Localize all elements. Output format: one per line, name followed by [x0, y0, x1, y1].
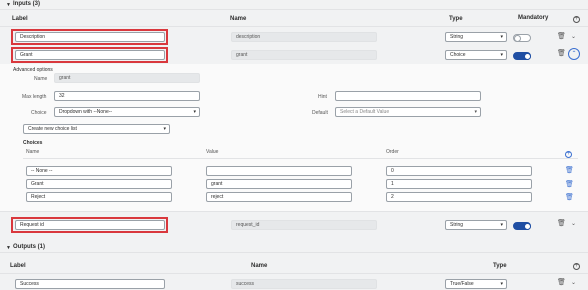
- input-name-field-description: description: [231, 32, 377, 42]
- choice-value-input[interactable]: [206, 166, 352, 176]
- choices-col-value: Value: [206, 149, 219, 155]
- choice-label: Choice: [31, 110, 47, 116]
- divider: [23, 158, 578, 159]
- trash-icon[interactable]: 🗑: [557, 33, 566, 40]
- choice-select[interactable]: Dropdown with --None-- ▾: [54, 107, 200, 117]
- input-name-field-grant: grant: [231, 50, 377, 60]
- highlight-box: [11, 47, 168, 63]
- trash-icon[interactable]: 🗑: [565, 181, 574, 188]
- col-mandatory-header: Mandatory: [518, 15, 549, 21]
- inputs-section-header[interactable]: ▼ Inputs (3): [0, 0, 588, 10]
- caret-down-icon: ▾: [193, 109, 196, 115]
- trash-icon[interactable]: 🗑: [565, 194, 574, 201]
- action-inputs-editor: ▼ Inputs (3) Label Name Type Mandatory +…: [0, 0, 588, 290]
- add-input-plus-circle-icon[interactable]: +: [573, 16, 580, 23]
- toggle-knob: [524, 53, 531, 60]
- output-label-field-success[interactable]: Success: [15, 279, 165, 289]
- highlight-box: [11, 29, 168, 45]
- type-value: String: [450, 34, 464, 40]
- caret-down-icon: ▾: [500, 222, 503, 228]
- add-output-plus-circle-icon[interactable]: +: [573, 263, 580, 270]
- caret-down-icon: ▾: [474, 109, 477, 115]
- caret-down-icon: ▾: [500, 34, 503, 40]
- out-col-name-header: Name: [251, 263, 268, 269]
- outputs-section-header[interactable]: ▼ Outputs (1): [0, 243, 588, 253]
- out-col-label-header: Label: [10, 263, 26, 269]
- chevron-down-icon[interactable]: ⌄: [571, 33, 576, 40]
- advanced-options-panel: [0, 64, 588, 212]
- col-type-header: Type: [449, 16, 463, 22]
- type-value: Choice: [450, 52, 466, 58]
- add-choice-plus-circle-icon[interactable]: +: [565, 151, 572, 158]
- divider: [0, 273, 588, 274]
- input-type-select-grant[interactable]: Choice ▾: [445, 50, 507, 60]
- max-length-label: Max length: [22, 94, 47, 100]
- chevron-down-icon[interactable]: ⌄: [571, 279, 576, 286]
- caret-down-icon: ▾: [500, 281, 503, 287]
- type-value: String: [450, 222, 464, 228]
- advanced-options-title: Advanced options: [13, 67, 53, 73]
- inputs-section-title: Inputs (3): [13, 1, 40, 7]
- toggle-knob: [524, 223, 531, 230]
- choices-title: Choices: [23, 140, 43, 146]
- choice-name-input[interactable]: Grant: [26, 179, 172, 189]
- choice-value: Dropdown with --None--: [59, 109, 113, 115]
- collapse-triangle-icon[interactable]: ▼: [6, 245, 11, 251]
- choice-list-value: Create new choice list: [28, 126, 77, 132]
- choices-col-order: Order: [386, 149, 399, 155]
- input-type-select-request-id[interactable]: String ▾: [445, 220, 507, 230]
- default-select[interactable]: Select a Default Value ▾: [335, 107, 481, 117]
- choice-value-input[interactable]: reject: [206, 192, 352, 202]
- caret-down-icon: ▾: [500, 52, 503, 58]
- col-label-header: Label: [12, 16, 28, 22]
- default-placeholder: Select a Default Value: [340, 109, 390, 115]
- chevron-down-icon[interactable]: ⌄: [571, 220, 576, 227]
- choice-value-input[interactable]: grant: [206, 179, 352, 189]
- trash-icon[interactable]: 🗑: [565, 167, 574, 174]
- hint-input[interactable]: [335, 91, 481, 101]
- mandatory-toggle-grant[interactable]: [513, 52, 531, 60]
- hint-label: Hint: [318, 94, 327, 100]
- choice-order-input[interactable]: 1: [386, 179, 532, 189]
- mandatory-toggle-request-id[interactable]: [513, 222, 531, 230]
- toggle-knob: [514, 35, 521, 42]
- input-name-field-request-id: request_id: [231, 220, 377, 230]
- default-label: Default: [312, 110, 328, 116]
- col-name-header: Name: [230, 16, 247, 22]
- collapse-triangle-icon[interactable]: ▼: [6, 2, 11, 8]
- input-type-select-description[interactable]: String ▾: [445, 32, 507, 42]
- chevron-up-icon[interactable]: ⌃: [568, 48, 580, 60]
- trash-icon[interactable]: 🗑: [557, 279, 566, 286]
- max-length-input[interactable]: 32: [54, 91, 200, 101]
- type-value: True/False: [450, 281, 474, 287]
- trash-icon[interactable]: 🗑: [557, 50, 566, 57]
- trash-icon[interactable]: 🗑: [557, 220, 566, 227]
- name-label: Name: [34, 76, 48, 82]
- choices-col-name: Name: [26, 149, 40, 155]
- divider: [0, 26, 588, 27]
- advanced-name-field: grant: [54, 73, 200, 83]
- output-type-select-success[interactable]: True/False ▾: [445, 279, 507, 289]
- outputs-section-title: Outputs (1): [13, 244, 45, 250]
- choice-order-input[interactable]: 0: [386, 166, 532, 176]
- choice-name-input[interactable]: Reject: [26, 192, 172, 202]
- choice-list-select[interactable]: Create new choice list ▾: [23, 124, 170, 134]
- highlight-box: [11, 217, 168, 233]
- out-col-type-header: Type: [493, 263, 507, 269]
- caret-down-icon: ▾: [163, 126, 166, 132]
- output-name-field-success: success: [231, 279, 377, 289]
- mandatory-toggle-description[interactable]: [513, 34, 531, 42]
- choice-name-input[interactable]: -- None --: [26, 166, 172, 176]
- choice-order-input[interactable]: 2: [386, 192, 532, 202]
